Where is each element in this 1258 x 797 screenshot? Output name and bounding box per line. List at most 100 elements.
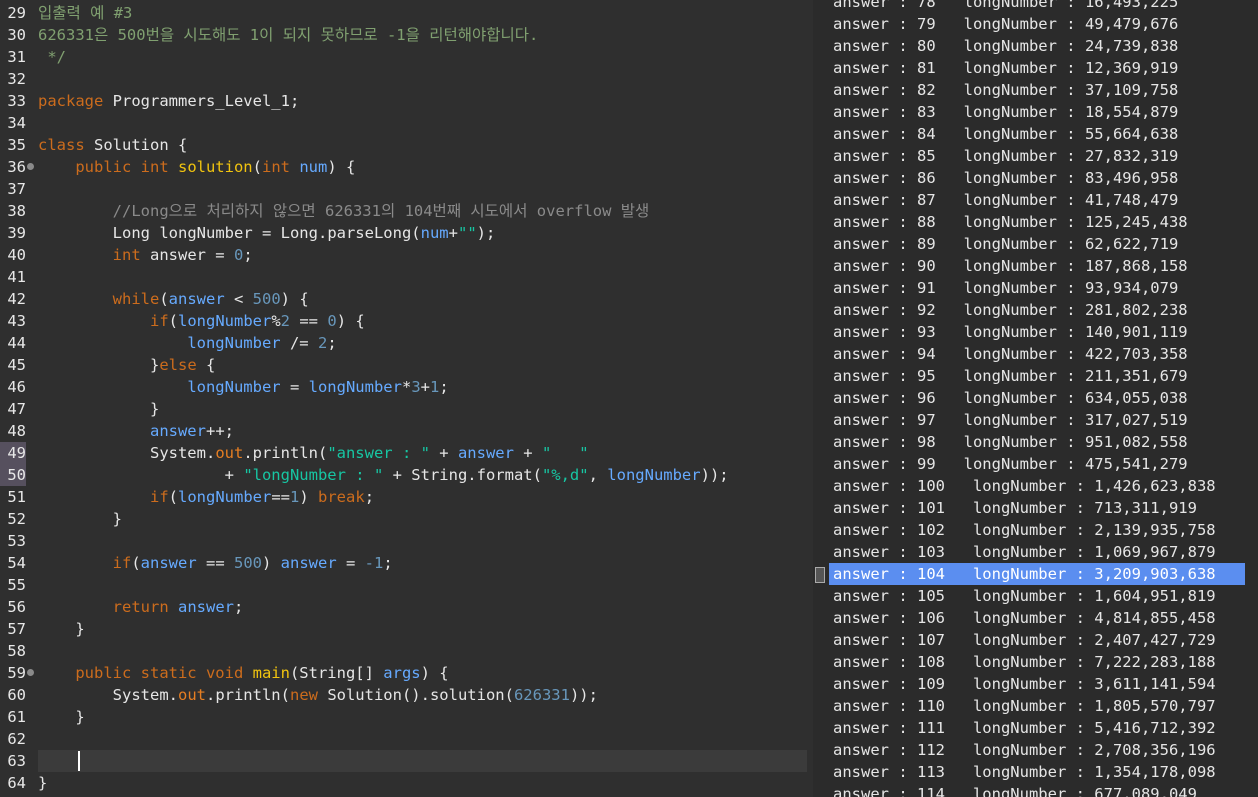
console-line[interactable]: answer : 92 longNumber : 281,802,238: [829, 299, 1258, 321]
code-line[interactable]: 56 return answer;: [0, 596, 813, 618]
line-number[interactable]: 64: [0, 772, 26, 794]
code-editor[interactable]: 29 입출력 예 #3 30 626331은 500번을 시도해도 1이 되지 못하므…: [0, 0, 813, 797]
console-line[interactable]: answer : 100 longNumber : 1,426,623,838: [829, 475, 1258, 497]
code-line[interactable]: 49 System.out.println("answer : " + answ…: [0, 442, 813, 464]
line-number[interactable]: 37: [0, 178, 26, 200]
console-line[interactable]: answer : 83 longNumber : 18,554,879: [829, 101, 1258, 123]
console-line[interactable]: answer : 95 longNumber : 211,351,679: [829, 365, 1258, 387]
line-number[interactable]: 48: [0, 420, 26, 442]
console-line[interactable]: answer : 93 longNumber : 140,901,119: [829, 321, 1258, 343]
console-line[interactable]: answer : 106 longNumber : 4,814,855,458: [829, 607, 1258, 629]
line-number[interactable]: 34: [0, 112, 26, 134]
console-line[interactable]: answer : 96 longNumber : 634,055,038: [829, 387, 1258, 409]
console-output[interactable]: answer : 78 longNumber : 16,493,225 answe…: [829, 0, 1258, 797]
console-line[interactable]: answer : 101 longNumber : 713,311,919: [829, 497, 1258, 519]
code-line[interactable]: 47 }: [0, 398, 813, 420]
console-line[interactable]: answer : 78 longNumber : 16,493,225: [829, 0, 1258, 13]
fold-toggle-icon[interactable]: [27, 163, 34, 170]
console-line[interactable]: answer : 97 longNumber : 317,027,519: [829, 409, 1258, 431]
code-line[interactable]: 57 }: [0, 618, 813, 640]
console-line[interactable]: answer : 91 longNumber : 93,934,079: [829, 277, 1258, 299]
code-line[interactable]: 60 System.out.println(new Solution().sol…: [0, 684, 813, 706]
console-line-selected[interactable]: answer : 104 longNumber : 3,209,903,638: [829, 563, 1245, 585]
console-line[interactable]: answer : 84 longNumber : 55,664,638: [829, 123, 1258, 145]
line-number[interactable]: 62: [0, 728, 26, 750]
console-line[interactable]: answer : 110 longNumber : 1,805,570,797: [829, 695, 1258, 717]
line-number[interactable]: 29: [0, 2, 26, 24]
code-line[interactable]: 54 if(answer == 500) answer = -1;: [0, 552, 813, 574]
line-number[interactable]: 35: [0, 134, 26, 156]
line-number[interactable]: 44: [0, 332, 26, 354]
console-line[interactable]: answer : 94 longNumber : 422,703,358: [829, 343, 1258, 365]
line-number[interactable]: 61: [0, 706, 26, 728]
console-line[interactable]: answer : 86 longNumber : 83,496,958: [829, 167, 1258, 189]
line-number[interactable]: 30: [0, 24, 26, 46]
code-line[interactable]: 35 class Solution {: [0, 134, 813, 156]
console-line[interactable]: answer : 80 longNumber : 24,739,838: [829, 35, 1258, 57]
code-line[interactable]: 29 입출력 예 #3: [0, 2, 813, 24]
code-line[interactable]: 33 package Programmers_Level_1;: [0, 90, 813, 112]
line-number[interactable]: 54: [0, 552, 26, 574]
line-number[interactable]: 42: [0, 288, 26, 310]
code-line[interactable]: 61 }: [0, 706, 813, 728]
line-number[interactable]: 39: [0, 222, 26, 244]
line-number[interactable]: 33: [0, 90, 26, 112]
console-line[interactable]: answer : 82 longNumber : 37,109,758: [829, 79, 1258, 101]
console-line[interactable]: answer : 79 longNumber : 49,479,676: [829, 13, 1258, 35]
line-number[interactable]: 40: [0, 244, 26, 266]
line-number[interactable]: 57: [0, 618, 26, 640]
code-line[interactable]: 46 longNumber = longNumber*3+1;: [0, 376, 813, 398]
line-number[interactable]: 56: [0, 596, 26, 618]
console-line[interactable]: answer : 112 longNumber : 2,708,356,196: [829, 739, 1258, 761]
line-number[interactable]: 32: [0, 68, 26, 90]
console-line[interactable]: answer : 113 longNumber : 1,354,178,098: [829, 761, 1258, 783]
code-line[interactable]: 41: [0, 266, 813, 288]
code-line[interactable]: 31 */: [0, 46, 813, 68]
code-line[interactable]: 64}: [0, 772, 813, 794]
console-line[interactable]: answer : 85 longNumber : 27,832,319: [829, 145, 1258, 167]
console-line[interactable]: answer : 102 longNumber : 2,139,935,758: [829, 519, 1258, 541]
line-number[interactable]: 38: [0, 200, 26, 222]
console-line[interactable]: answer : 105 longNumber : 1,604,951,819: [829, 585, 1258, 607]
code-line[interactable]: 59 public static void main(String[] args…: [0, 662, 813, 684]
code-line[interactable]: 34: [0, 112, 813, 134]
console-line[interactable]: answer : 108 longNumber : 7,222,283,188: [829, 651, 1258, 673]
line-number[interactable]: 59: [0, 662, 26, 684]
console-line[interactable]: answer : 88 longNumber : 125,245,438: [829, 211, 1258, 233]
code-line[interactable]: 51 if(longNumber==1) break;: [0, 486, 813, 508]
code-line[interactable]: 48 answer++;: [0, 420, 813, 442]
code-line[interactable]: 38 //Long으로 처리하지 않으면 626331의 104번째 시도에서 …: [0, 200, 813, 222]
line-number[interactable]: 41: [0, 266, 26, 288]
console-line[interactable]: answer : 114 longNumber : 677,089,049: [829, 783, 1258, 797]
line-number[interactable]: 58: [0, 640, 26, 662]
console-line[interactable]: answer : 89 longNumber : 62,622,719: [829, 233, 1258, 255]
console-line[interactable]: answer : 99 longNumber : 475,541,279: [829, 453, 1258, 475]
console-line[interactable]: answer : 109 longNumber : 3,611,141,594: [829, 673, 1258, 695]
line-number[interactable]: 43: [0, 310, 26, 332]
console-line[interactable]: answer : 111 longNumber : 5,416,712,392: [829, 717, 1258, 739]
code-line[interactable]: 32: [0, 68, 813, 90]
console-line[interactable]: answer : 103 longNumber : 1,069,967,879: [829, 541, 1258, 563]
code-line[interactable]: 45 }else {: [0, 354, 813, 376]
line-number[interactable]: 50: [0, 464, 26, 486]
code-line[interactable]: 53: [0, 530, 813, 552]
line-number[interactable]: 36: [0, 156, 26, 178]
console-line[interactable]: answer : 90 longNumber : 187,868,158: [829, 255, 1258, 277]
code-line[interactable]: 36 public int solution(int num) {: [0, 156, 813, 178]
console-line[interactable]: answer : 107 longNumber : 2,407,427,729: [829, 629, 1258, 651]
line-number[interactable]: 52: [0, 508, 26, 530]
line-number[interactable]: 49: [0, 442, 26, 464]
line-number[interactable]: 55: [0, 574, 26, 596]
code-line[interactable]: 44 longNumber /= 2;: [0, 332, 813, 354]
code-line[interactable]: 63: [0, 750, 813, 772]
code-line[interactable]: 58: [0, 640, 813, 662]
code-line[interactable]: 42 while(answer < 500) {: [0, 288, 813, 310]
line-number[interactable]: 45: [0, 354, 26, 376]
line-number[interactable]: 63: [0, 750, 26, 772]
code-line[interactable]: 50 + "longNumber : " + String.format("%,…: [0, 464, 813, 486]
code-line[interactable]: 55: [0, 574, 813, 596]
code-line[interactable]: 40 int answer = 0;: [0, 244, 813, 266]
line-number[interactable]: 60: [0, 684, 26, 706]
line-number[interactable]: 53: [0, 530, 26, 552]
fold-toggle-icon[interactable]: [27, 669, 34, 676]
